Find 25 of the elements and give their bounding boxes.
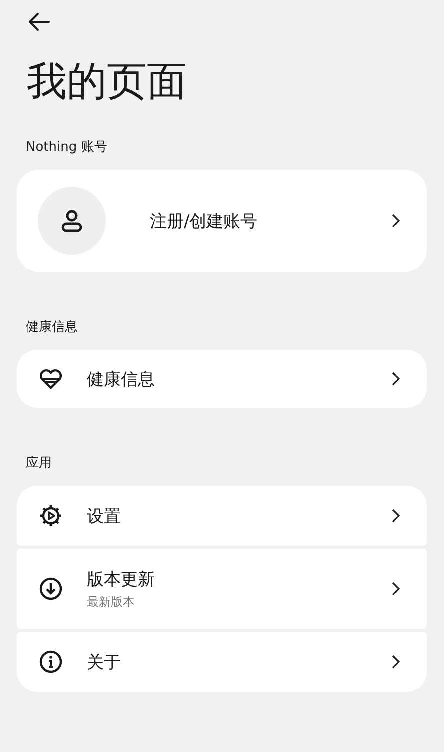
settings-row[interactable]: 版本更新 最新版本 bbox=[17, 549, 427, 629]
section-label: 健康信息 bbox=[26, 319, 79, 336]
chevron-right-icon bbox=[391, 508, 401, 524]
account-label: 注册/创建账号 bbox=[150, 210, 259, 232]
info-icon bbox=[39, 650, 63, 674]
row-label: 健康信息 bbox=[87, 368, 156, 390]
row-label: 关于 bbox=[87, 652, 122, 674]
account-card[interactable]: 注册/创建账号 bbox=[17, 170, 427, 272]
chevron-right-icon bbox=[391, 654, 401, 670]
download-icon bbox=[39, 577, 63, 601]
settings-row[interactable]: 设置 bbox=[17, 486, 427, 546]
page-title: 我的页面 bbox=[27, 58, 188, 106]
gear-icon bbox=[39, 504, 63, 528]
row-subtitle: 最新版本 bbox=[87, 594, 136, 610]
chevron-right-icon bbox=[391, 371, 401, 387]
chevron-right-icon bbox=[391, 581, 401, 597]
chevron-right-icon bbox=[391, 213, 401, 229]
back-arrow-icon bbox=[27, 12, 51, 32]
row-label: 设置 bbox=[87, 506, 122, 528]
section-label: 应用 bbox=[26, 455, 53, 472]
settings-row[interactable]: 关于 bbox=[17, 632, 427, 692]
row-label: 版本更新 bbox=[87, 568, 156, 590]
health-row[interactable]: 健康信息 bbox=[17, 350, 427, 408]
section-label: Nothing 账号 bbox=[26, 139, 108, 156]
heart-icon bbox=[39, 368, 63, 390]
